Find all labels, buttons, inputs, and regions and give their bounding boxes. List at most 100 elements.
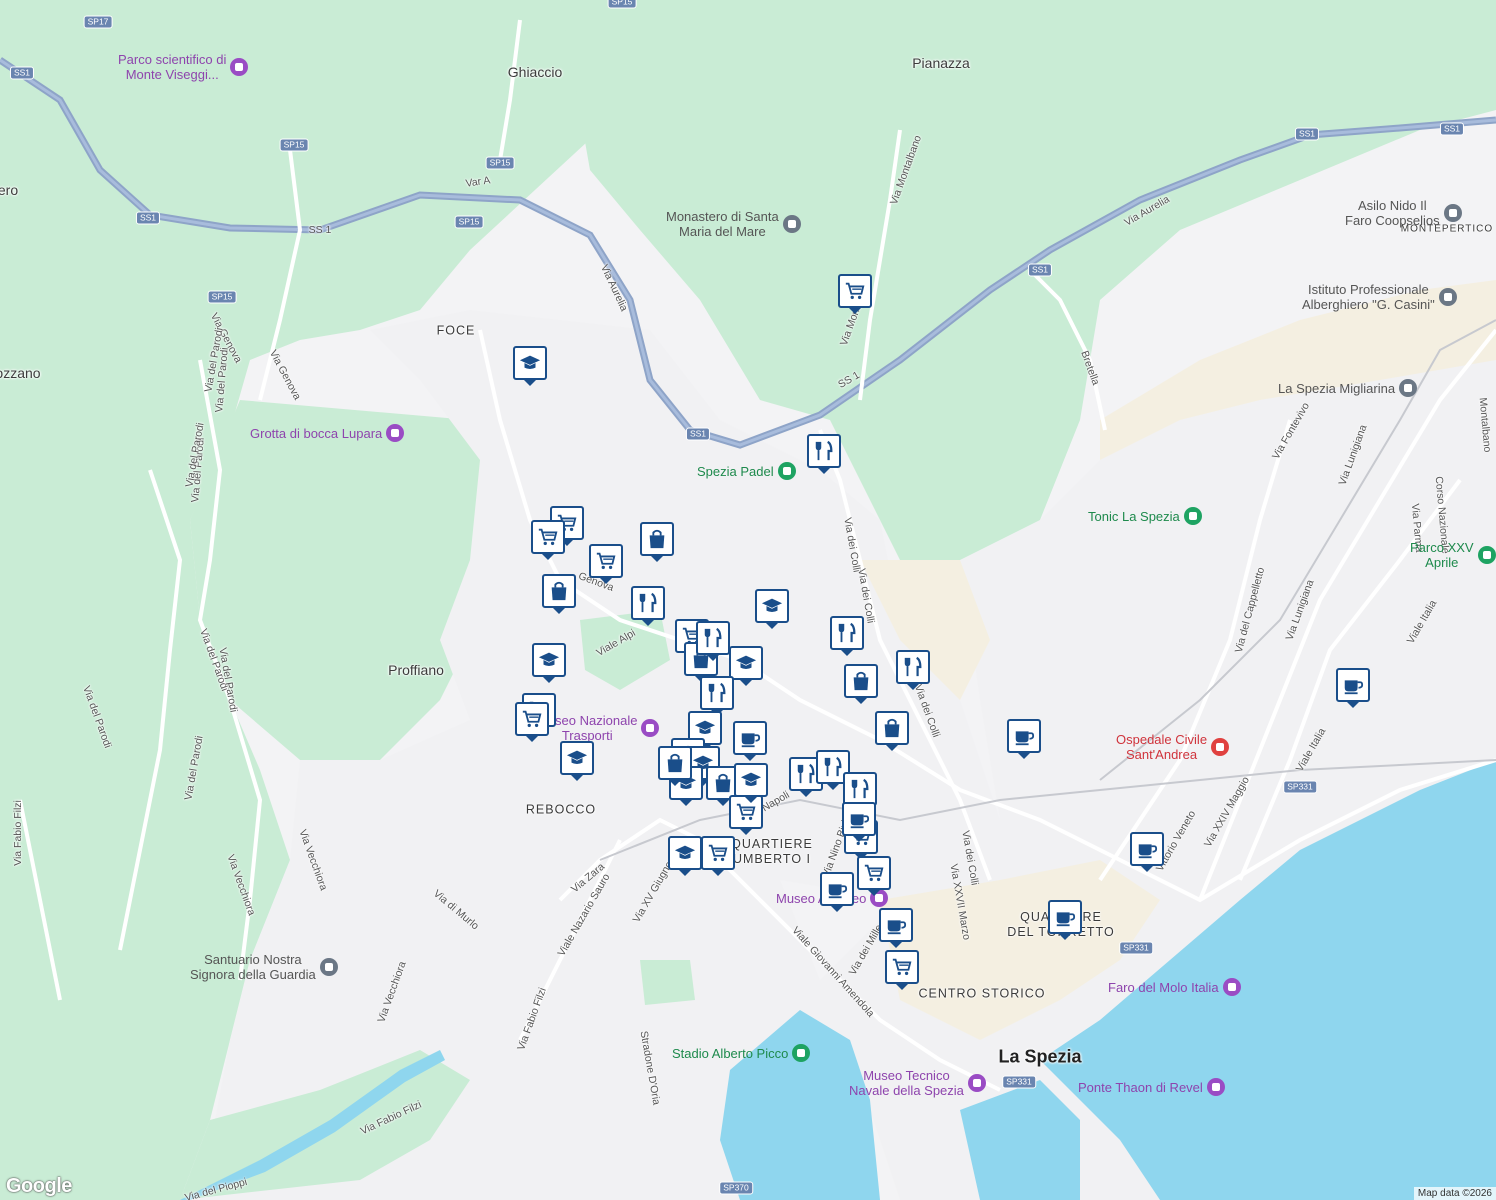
cafe-icon [828,884,848,899]
map-marker[interactable] [640,522,674,562]
map-marker[interactable] [842,802,876,842]
map-marker[interactable] [729,646,763,686]
map-marker[interactable] [885,950,919,990]
poi-label[interactable]: Ponte Thaon di Revel [1078,1078,1225,1096]
city-label: La Spezia [998,1046,1082,1067]
shopping-bag-icon [551,581,567,601]
map-marker[interactable] [830,616,864,656]
poi-name: La Spezia Migliarina [1278,380,1396,396]
map-marker[interactable] [755,589,789,629]
poi-pin-icon [1477,546,1496,564]
poi-label[interactable]: Tonic La Spezia [1088,507,1202,525]
poi-pin-icon [1438,288,1457,306]
road-shield: SS1 [1294,127,1320,141]
map-marker[interactable] [668,836,702,876]
map-marker[interactable] [701,836,735,876]
road-shield: SP15 [485,156,515,170]
cafe-icon [741,733,761,748]
school-icon [740,772,762,786]
road-shield: SP331 [1283,780,1317,794]
school-icon [761,598,783,612]
restaurant-icon [851,778,869,799]
street-label: SS 1 [308,224,332,236]
poi-label[interactable]: Stadio Alberto Picco [672,1044,811,1062]
cafe-icon [887,920,907,935]
poi-name: Asilo Nido Il Faro Coopselios [1345,198,1440,228]
poi-label[interactable]: Istituto Professionale Alberghiero "G. C… [1302,282,1457,312]
map-marker[interactable] [838,274,872,314]
place-label: Proffiano [388,662,444,678]
poi-name: Stadio Alberto Picco [672,1045,789,1061]
poi-label[interactable]: Monastero di Santa Maria del Mare [666,209,801,239]
map-marker[interactable] [700,676,734,716]
restaurant-icon [815,440,833,461]
map-marker[interactable] [1007,719,1041,759]
poi-label[interactable]: La Spezia Migliarina [1278,379,1418,397]
map-marker[interactable] [631,586,665,626]
map-marker[interactable] [879,908,913,948]
map-marker[interactable] [589,544,623,584]
district-label: QUARTIERE UMBERTO I [731,837,813,866]
map-marker[interactable] [532,643,566,683]
poi-label[interactable]: Faro del Molo Italia [1108,978,1241,996]
poi-label[interactable]: Museo Tecnico Navale della Spezia [849,1068,986,1098]
poi-label[interactable]: Parco XXV Aprile [1410,540,1496,570]
road-shield: SS1 [685,427,711,441]
school-icon [538,652,560,666]
district-label: CENTRO STORICO [918,986,1046,1001]
poi-pin-icon [641,719,660,737]
map-marker[interactable] [807,434,841,474]
poi-pin-icon [386,424,405,442]
map-canvas[interactable]: Ghiaccio Pianazza ero ozzano Proffiano La Spe… [0,0,1496,1200]
poi-label[interactable]: Ospedale Civile Sant'Andrea [1116,732,1230,762]
poi-label[interactable]: Spezia Padel [697,462,796,480]
map-marker[interactable] [733,721,767,761]
map-marker[interactable] [560,741,594,781]
road-shield: SP17 [83,15,113,29]
school-icon [735,655,757,669]
map-marker[interactable] [820,872,854,912]
road-shield: SS1 [135,211,161,225]
poi-label[interactable]: Santuario Nostra Signora della Guardia [190,952,338,982]
road-shield: SP331 [1119,941,1153,955]
poi-name: Faro del Molo Italia [1108,979,1219,995]
poi-label[interactable]: Grotta di bocca Lupara [250,424,405,442]
map-marker[interactable] [896,650,930,690]
map-marker[interactable] [844,664,878,704]
school-icon [566,750,588,764]
map-attribution[interactable]: Map data ©2026 [1413,1187,1496,1200]
poi-pin-icon [792,1044,811,1062]
map-marker[interactable] [515,702,549,742]
grocery-icon [845,282,865,300]
poi-name: Grotta di bocca Lupara [250,425,383,441]
road-shield: SP15 [607,0,637,9]
poi-label[interactable]: Asilo Nido Il Faro Coopselios [1345,198,1462,228]
map-marker[interactable] [734,763,768,803]
grocery-icon [708,844,728,862]
map-marker[interactable] [513,346,547,386]
poi-name: Spezia Padel [697,463,774,479]
map-marker[interactable] [857,856,891,896]
cafe-icon [850,814,870,829]
district-label: FOCE [436,323,476,338]
restaurant-icon [704,627,722,648]
road-shield: SS1 [1439,122,1465,136]
place-label: Ghiaccio [507,64,563,80]
restaurant-icon [824,756,842,777]
cafe-icon [1138,844,1158,859]
grocery-icon [736,803,756,821]
map-marker[interactable] [1336,668,1370,708]
map-marker[interactable] [843,772,877,812]
road-shield: SP15 [454,215,484,229]
map-marker[interactable] [696,621,730,661]
poi-name: Parco XXV Aprile [1410,540,1474,570]
poi-label[interactable]: Parco scientifico di Monte Viseggi... [118,52,249,82]
poi-name: Tonic La Spezia [1088,508,1180,524]
map-marker[interactable] [1048,900,1082,940]
map-marker[interactable] [531,520,565,560]
map-marker[interactable] [542,574,576,614]
map-marker[interactable] [658,746,692,786]
map-marker[interactable] [875,711,909,751]
poi-pin-icon [967,1074,986,1092]
map-marker[interactable] [1130,832,1164,872]
